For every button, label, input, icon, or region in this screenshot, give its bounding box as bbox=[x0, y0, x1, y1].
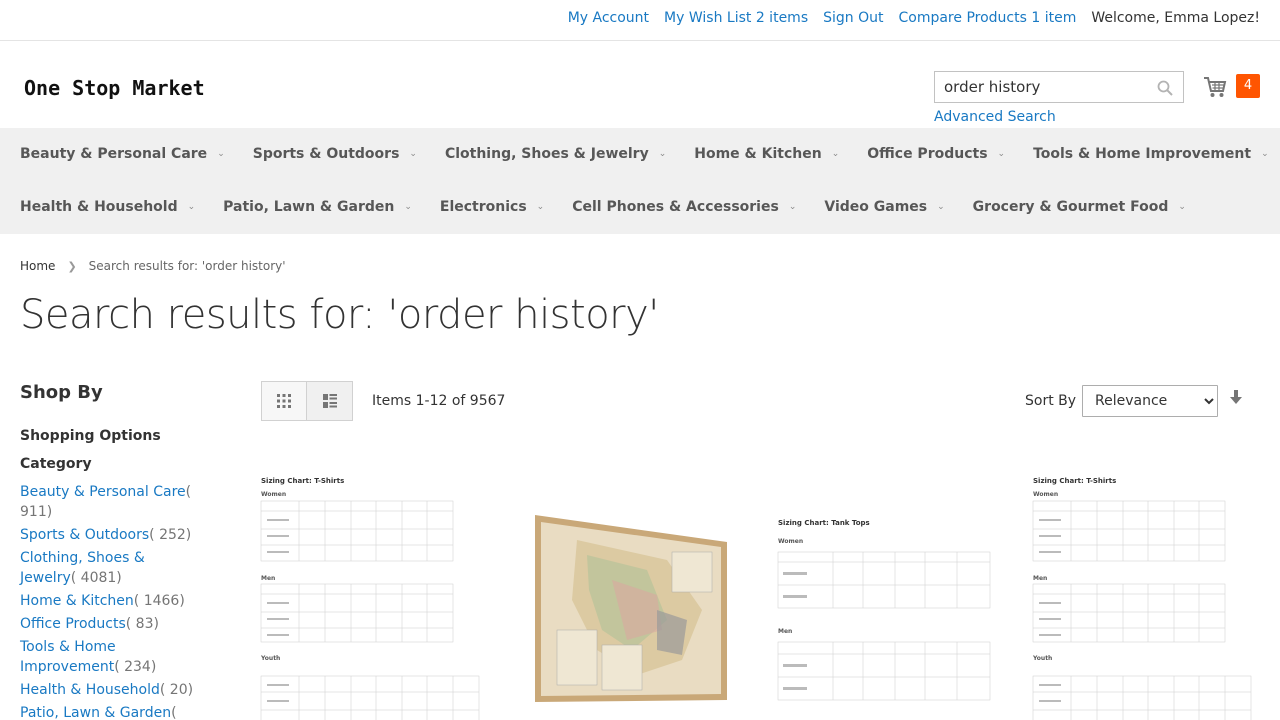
category-filter-title[interactable]: Category bbox=[20, 456, 92, 472]
main-navigation: Beauty & Personal Care ⌄ Sports & Outdoor… bbox=[0, 128, 1280, 234]
category-filter-item[interactable]: Office Products( 83) bbox=[20, 614, 200, 634]
product-image[interactable]: Sizing Chart: T-Shirts Women Men Youth bbox=[259, 470, 489, 720]
nav-item-grocery-gourmet-food[interactable]: Grocery & Gourmet Food ⌄ bbox=[973, 199, 1186, 215]
sort-direction-arrow-icon[interactable] bbox=[1229, 390, 1243, 406]
category-filter-item[interactable]: Sports & Outdoors( 252) bbox=[20, 525, 200, 545]
toolbar-amount: Items 1-12 of 9567 bbox=[372, 393, 506, 409]
breadcrumb: Home ❯ Search results for: 'order histor… bbox=[20, 259, 286, 273]
category-filter-item[interactable]: Home & Kitchen( 1466) bbox=[20, 591, 200, 611]
product-image-title: Sizing Chart: T-Shirts bbox=[261, 477, 344, 485]
chevron-down-icon: ⌄ bbox=[1178, 202, 1186, 212]
breadcrumb-home-link[interactable]: Home bbox=[20, 259, 55, 273]
product-item[interactable]: Sizing Chart: Tank Tops Women Men bbox=[775, 470, 1005, 720]
svg-text:Men: Men bbox=[778, 628, 792, 635]
search-icon[interactable] bbox=[1157, 80, 1173, 96]
header-links: My Account My Wish List 2 items Sign Out… bbox=[553, 10, 1260, 26]
svg-text:Women: Women bbox=[261, 491, 286, 498]
svg-text:Women: Women bbox=[778, 538, 803, 545]
my-account-link[interactable]: My Account bbox=[568, 10, 649, 26]
sort-by-label: Sort By bbox=[1025, 393, 1077, 409]
nav-item-clothing-shoes-jewelry[interactable]: Clothing, Shoes & Jewelry ⌄ bbox=[445, 146, 666, 162]
chevron-down-icon: ⌄ bbox=[536, 202, 545, 212]
chevron-down-icon: ⌄ bbox=[1261, 149, 1269, 159]
chevron-right-icon: ❯ bbox=[67, 259, 77, 273]
chevron-down-icon: ⌄ bbox=[409, 149, 417, 159]
product-image[interactable]: Sizing Chart: Tank Tops Women Men bbox=[775, 470, 1005, 720]
product-item[interactable]: Sizing Chart: T-Shirts Women Men Youth bbox=[259, 470, 489, 720]
shop-by-title: Shop By bbox=[20, 382, 103, 403]
product-item[interactable] bbox=[517, 470, 747, 720]
chevron-down-icon: ⌄ bbox=[658, 149, 667, 159]
top-panel: My Account My Wish List 2 items Sign Out… bbox=[0, 0, 1280, 41]
nav-item-home-kitchen[interactable]: Home & Kitchen ⌄ bbox=[694, 146, 839, 162]
nav-row-2: Health & Household ⌄ Patio, Lawn & Garden… bbox=[20, 199, 1214, 215]
category-filter-item[interactable]: Beauty & Personal Care( 911) bbox=[20, 482, 200, 522]
list-view-button[interactable] bbox=[307, 381, 353, 421]
product-image[interactable]: Sizing Chart: T-Shirts Women Men Youth bbox=[1031, 470, 1261, 720]
grid-view-button[interactable] bbox=[261, 381, 307, 421]
nav-item-health-household[interactable]: Health & Household ⌄ bbox=[20, 199, 195, 215]
svg-text:Men: Men bbox=[261, 575, 275, 582]
store-logo[interactable]: One Stop Market bbox=[24, 76, 205, 100]
nav-item-patio-lawn-garden[interactable]: Patio, Lawn & Garden ⌄ bbox=[223, 199, 412, 215]
chevron-down-icon: ⌄ bbox=[404, 202, 412, 212]
category-filter-item[interactable]: Tools & Home Improvement( 234) bbox=[20, 637, 200, 677]
svg-text:Youth: Youth bbox=[260, 655, 280, 662]
grid-icon bbox=[277, 394, 291, 408]
chevron-down-icon: ⌄ bbox=[788, 202, 797, 212]
shopping-options-title: Shopping Options bbox=[20, 428, 161, 444]
nav-row-1: Beauty & Personal Care ⌄ Sports & Outdoor… bbox=[20, 146, 1280, 162]
nav-item-cell-phones-accessories[interactable]: Cell Phones & Accessories ⌄ bbox=[572, 199, 796, 215]
category-filter-item[interactable]: Clothing, Shoes & Jewelry( 4081) bbox=[20, 548, 200, 588]
nav-item-office-products[interactable]: Office Products ⌄ bbox=[867, 146, 1005, 162]
product-image-title: Sizing Chart: Tank Tops bbox=[778, 519, 870, 527]
cart-count-badge: 4 bbox=[1236, 74, 1260, 98]
category-filter-item[interactable]: Health & Household( 20) bbox=[20, 680, 200, 700]
minicart[interactable]: 4 bbox=[1203, 74, 1260, 100]
chevron-down-icon: ⌄ bbox=[831, 149, 840, 159]
sign-out-link[interactable]: Sign Out bbox=[823, 10, 883, 26]
search-input[interactable] bbox=[935, 72, 1135, 102]
product-item[interactable]: Sizing Chart: T-Shirts Women Men Youth bbox=[1031, 470, 1261, 720]
sort-by-select[interactable]: Relevance bbox=[1082, 385, 1218, 417]
cart-icon bbox=[1204, 77, 1227, 97]
welcome-message: Welcome, Emma Lopez! bbox=[1091, 10, 1260, 26]
nav-item-sports-outdoors[interactable]: Sports & Outdoors ⌄ bbox=[253, 146, 417, 162]
advanced-search-link[interactable]: Advanced Search bbox=[934, 109, 1056, 125]
search-box bbox=[934, 71, 1184, 103]
view-mode-switcher bbox=[261, 381, 353, 421]
nav-item-beauty-personal-care[interactable]: Beauty & Personal Care ⌄ bbox=[20, 146, 225, 162]
compare-products-link[interactable]: Compare Products 1 item bbox=[898, 10, 1076, 26]
svg-text:Youth: Youth bbox=[1032, 655, 1052, 662]
svg-text:Men: Men bbox=[1033, 575, 1047, 582]
nav-item-video-games[interactable]: Video Games ⌄ bbox=[824, 199, 944, 215]
product-image-title: Sizing Chart: T-Shirts bbox=[1033, 477, 1116, 485]
nav-item-electronics[interactable]: Electronics ⌄ bbox=[440, 199, 544, 215]
list-icon bbox=[322, 394, 337, 408]
chevron-down-icon: ⌄ bbox=[187, 202, 196, 212]
chevron-down-icon: ⌄ bbox=[937, 202, 945, 212]
page-title: Search results for: 'order history' bbox=[20, 292, 659, 338]
category-filter-list: Beauty & Personal Care( 911) Sports & Ou… bbox=[20, 482, 200, 720]
chevron-down-icon: ⌄ bbox=[997, 149, 1006, 159]
product-image[interactable] bbox=[517, 470, 747, 720]
nav-item-tools-home-improvement[interactable]: Tools & Home Improvement ⌄ bbox=[1033, 146, 1269, 162]
chevron-down-icon: ⌄ bbox=[217, 149, 225, 159]
svg-text:Women: Women bbox=[1033, 491, 1058, 498]
wish-list-link[interactable]: My Wish List 2 items bbox=[664, 10, 808, 26]
breadcrumb-current: Search results for: 'order history' bbox=[88, 259, 286, 273]
category-filter-item[interactable]: Patio, Lawn & Garden( 46) bbox=[20, 703, 200, 720]
